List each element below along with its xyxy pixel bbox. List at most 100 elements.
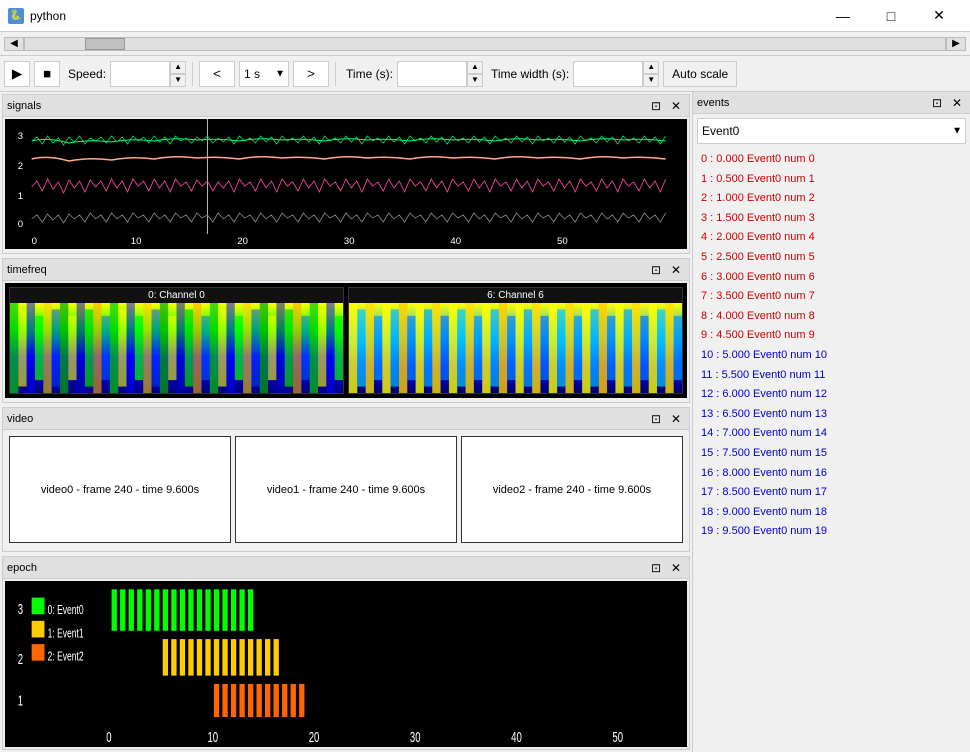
event-list-item[interactable]: 10 : 5.000 Event0 num 10 bbox=[693, 346, 970, 366]
interval-dropdown-wrapper: 1 s ▼ bbox=[239, 61, 289, 87]
svg-text:50: 50 bbox=[557, 236, 568, 246]
timefreq-canvas: 0: Channel 0 bbox=[5, 283, 687, 398]
svg-text:20: 20 bbox=[237, 236, 248, 246]
event-list-item[interactable]: 8 : 4.000 Event0 num 8 bbox=[693, 307, 970, 327]
timefreq-header: timefreq ⊡ ✕ bbox=[3, 259, 689, 281]
play-button[interactable]: ▶ bbox=[4, 61, 30, 87]
close-button[interactable]: ✕ bbox=[916, 4, 962, 28]
signals-float-button[interactable]: ⊡ bbox=[647, 98, 665, 114]
timefreq-close-button[interactable]: ✕ bbox=[667, 262, 685, 278]
time-width-label: Time width (s): bbox=[491, 67, 569, 81]
event-list-item[interactable]: 4 : 2.000 Event0 num 4 bbox=[693, 228, 970, 248]
time-width-down-arrow[interactable]: ▼ bbox=[643, 74, 659, 87]
event-list-item[interactable]: 2 : 1.000 Event0 num 2 bbox=[693, 189, 970, 209]
epoch-close-button[interactable]: ✕ bbox=[667, 560, 685, 576]
time-width-up-arrow[interactable]: ▲ bbox=[643, 61, 659, 74]
time-width-input[interactable]: 60 bbox=[573, 61, 643, 87]
timefreq-channel6: 6: Channel 6 bbox=[348, 287, 683, 394]
time-input[interactable]: 9.6 bbox=[397, 61, 467, 87]
app-icon: 🐍 bbox=[8, 8, 24, 24]
signals-close-button[interactable]: ✕ bbox=[667, 98, 685, 114]
event-list-item[interactable]: 9 : 4.500 Event0 num 9 bbox=[693, 326, 970, 346]
title-bar-left: 🐍 python bbox=[8, 8, 66, 24]
scroll-right-button[interactable]: ▶ bbox=[946, 37, 966, 51]
next-button[interactable]: > bbox=[293, 61, 329, 87]
scrollbar-track[interactable] bbox=[24, 37, 946, 51]
epoch-svg: 3 2 1 0: Event0 1: Event1 2: Event2 bbox=[5, 581, 687, 747]
event-list-item[interactable]: 16 : 8.000 Event0 num 16 bbox=[693, 464, 970, 484]
event-list-item[interactable]: 3 : 1.500 Event0 num 3 bbox=[693, 209, 970, 229]
svg-text:0: 0 bbox=[18, 219, 23, 229]
prev-button[interactable]: < bbox=[199, 61, 235, 87]
maximize-button[interactable]: □ bbox=[868, 4, 914, 28]
events-close-button[interactable]: ✕ bbox=[948, 95, 966, 111]
svg-text:0: Event0: 0: Event0 bbox=[48, 603, 84, 617]
video-controls: ⊡ ✕ bbox=[647, 411, 685, 427]
svg-text:40: 40 bbox=[450, 236, 461, 246]
toolbar: ▶ ■ Speed: 1 ▲ ▼ < 1 s ▼ > Time (s): 9.6… bbox=[0, 56, 970, 92]
event-list-item[interactable]: 15 : 7.500 Event0 num 15 bbox=[693, 444, 970, 464]
timefreq-channel6-plot bbox=[349, 303, 682, 393]
window-controls: — □ ✕ bbox=[820, 4, 962, 28]
time-width-spinner: 60 ▲ ▼ bbox=[573, 61, 659, 87]
svg-text:2: 2 bbox=[18, 651, 23, 668]
speed-down-arrow[interactable]: ▼ bbox=[170, 74, 186, 87]
event-list-item[interactable]: 7 : 3.500 Event0 num 7 bbox=[693, 287, 970, 307]
video-close-button[interactable]: ✕ bbox=[667, 411, 685, 427]
scrollbar-thumb[interactable] bbox=[85, 38, 125, 50]
speed-input[interactable]: 1 bbox=[110, 61, 170, 87]
events-select[interactable]: Event0 bbox=[697, 118, 966, 144]
video-float-button[interactable]: ⊡ bbox=[647, 411, 665, 427]
interval-select[interactable]: 1 s bbox=[239, 61, 289, 87]
scroll-left-button[interactable]: ◀ bbox=[4, 37, 24, 51]
scrollbar-area: ◀ ▶ bbox=[0, 32, 970, 56]
event-list-item[interactable]: 1 : 0.500 Event0 num 1 bbox=[693, 170, 970, 190]
event-list-item[interactable]: 0 : 0.000 Event0 num 0 bbox=[693, 150, 970, 170]
signals-section: signals ⊡ ✕ 3 2 1 0 bbox=[2, 94, 690, 254]
event-list-item[interactable]: 18 : 9.000 Event0 num 18 bbox=[693, 503, 970, 523]
stop-button[interactable]: ■ bbox=[34, 61, 60, 87]
epoch-section: epoch ⊡ ✕ 3 2 1 0: Event0 1: Event bbox=[2, 556, 690, 750]
event-list-item[interactable]: 17 : 8.500 Event0 num 17 bbox=[693, 483, 970, 503]
events-dropdown-wrapper: Event0 ▼ bbox=[697, 118, 966, 144]
event-list-item[interactable]: 11 : 5.500 Event0 num 11 bbox=[693, 366, 970, 386]
svg-text:0: 0 bbox=[32, 236, 37, 246]
epoch-controls: ⊡ ✕ bbox=[647, 560, 685, 576]
epoch-title: epoch bbox=[7, 562, 37, 574]
event-list-item[interactable]: 6 : 3.000 Event0 num 6 bbox=[693, 268, 970, 288]
event-list-item[interactable]: 13 : 6.500 Event0 num 13 bbox=[693, 405, 970, 425]
timefreq-title: timefreq bbox=[7, 264, 47, 276]
timefreq-channel0: 0: Channel 0 bbox=[9, 287, 344, 394]
timefreq-section: timefreq ⊡ ✕ 0: Channel 0 bbox=[2, 258, 690, 403]
event-list-item[interactable]: 14 : 7.000 Event0 num 14 bbox=[693, 424, 970, 444]
timefreq-channel0-plot: 0 10 20 30 40 50 bbox=[10, 303, 343, 393]
svg-text:2: Event2: 2: Event2 bbox=[48, 650, 84, 664]
speed-up-arrow[interactable]: ▲ bbox=[170, 61, 186, 74]
auto-scale-button[interactable]: Auto scale bbox=[663, 61, 737, 87]
svg-text:1: Event1: 1: Event1 bbox=[48, 627, 84, 641]
main-layout: signals ⊡ ✕ 3 2 1 0 bbox=[0, 92, 970, 752]
events-panel-header: events ⊡ ✕ bbox=[693, 92, 970, 114]
epoch-float-button[interactable]: ⊡ bbox=[647, 560, 665, 576]
event-list-item[interactable]: 5 : 2.500 Event0 num 5 bbox=[693, 248, 970, 268]
timefreq-controls: ⊡ ✕ bbox=[647, 262, 685, 278]
time-label: Time (s): bbox=[346, 67, 393, 81]
svg-text:10: 10 bbox=[207, 729, 218, 746]
time-down-arrow[interactable]: ▼ bbox=[467, 74, 483, 87]
svg-text:0: 0 bbox=[106, 729, 111, 746]
svg-text:1: 1 bbox=[18, 692, 23, 709]
epoch-header: epoch ⊡ ✕ bbox=[3, 557, 689, 579]
time-arrows: ▲ ▼ bbox=[467, 61, 483, 87]
svg-text:1: 1 bbox=[18, 191, 23, 201]
video-title: video bbox=[7, 413, 33, 425]
timefreq-float-button[interactable]: ⊡ bbox=[647, 262, 665, 278]
events-float-button[interactable]: ⊡ bbox=[928, 95, 946, 111]
minimize-button[interactable]: — bbox=[820, 4, 866, 28]
signals-controls: ⊡ ✕ bbox=[647, 98, 685, 114]
event-list-item[interactable]: 19 : 9.500 Event0 num 19 bbox=[693, 522, 970, 542]
signals-title: signals bbox=[7, 100, 41, 112]
svg-text:10: 10 bbox=[131, 236, 142, 246]
separator1 bbox=[192, 62, 193, 86]
event-list-item[interactable]: 12 : 6.000 Event0 num 12 bbox=[693, 385, 970, 405]
time-up-arrow[interactable]: ▲ bbox=[467, 61, 483, 74]
